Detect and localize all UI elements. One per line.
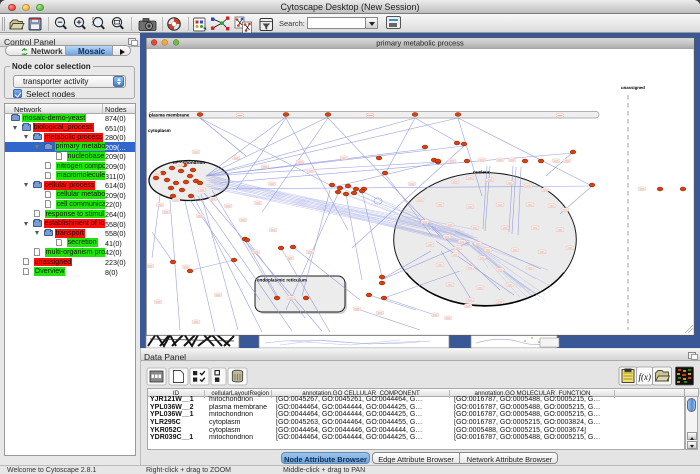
svg-text:f(x): f(x)	[639, 372, 652, 382]
svg-text:plasma membrane: plasma membrane	[149, 113, 190, 118]
svg-text:unassigned: unassigned	[621, 85, 645, 90]
svg-text:primary metabolic process: primary metabolic process	[376, 39, 464, 48]
svg-text:cytoplasm: cytoplasm	[148, 128, 171, 133]
svg-text:nucleus: nucleus	[473, 170, 491, 175]
